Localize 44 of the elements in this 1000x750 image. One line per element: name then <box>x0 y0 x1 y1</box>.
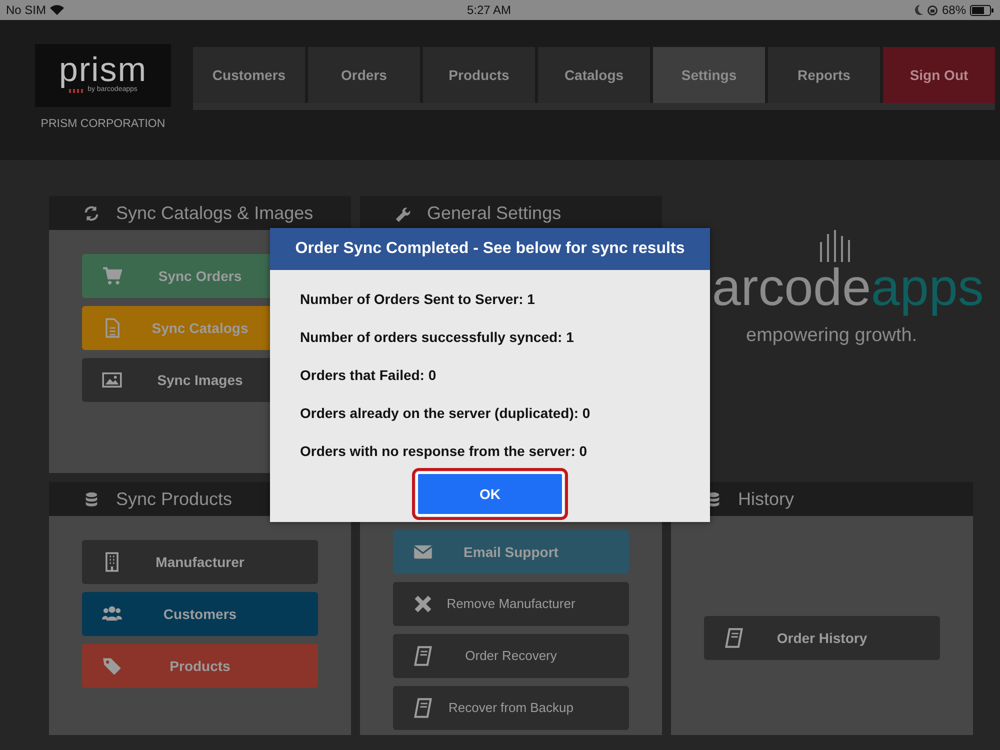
nav-tab[interactable]: Orders <box>308 47 420 103</box>
battery-icon <box>970 4 994 16</box>
logo-name: prism <box>58 55 148 86</box>
battery-text: 68% <box>942 2 966 19</box>
nav-tab[interactable]: Customers <box>193 47 305 103</box>
book-icon <box>724 628 744 648</box>
panel-button[interactable]: Recover from Backup <box>393 686 629 730</box>
panel-button[interactable]: Products <box>82 644 318 688</box>
brand-wordmark: arcodeapps <box>712 262 984 314</box>
panel-title: General Settings <box>427 202 562 225</box>
book-icon <box>413 646 433 666</box>
dialog-title: Order Sync Completed - See below for sync results <box>270 228 710 270</box>
sign-out-button[interactable]: Sign Out <box>883 47 995 103</box>
panel-title: Sync Products <box>116 488 232 511</box>
database-icon <box>83 490 100 508</box>
company-name: PRISM CORPORATION <box>40 117 166 132</box>
panel-button[interactable]: Manufacturer <box>82 540 318 584</box>
rotation-lock-icon <box>926 4 938 16</box>
dots-icon <box>68 88 85 92</box>
panel-button[interactable]: Remove Manufacturer <box>393 582 629 626</box>
panel-button[interactable]: Order History <box>704 616 940 660</box>
panel-title: Sync Catalogs & Images <box>116 202 314 225</box>
cart-icon <box>102 266 122 286</box>
result-text: Orders already on the server (duplicated): 0 <box>299 404 592 423</box>
wifi-icon <box>50 5 64 15</box>
panel-title: History <box>738 488 794 511</box>
sync-icon <box>83 204 100 222</box>
nav-tab[interactable]: Products <box>423 47 535 103</box>
panel-button[interactable]: Order Recovery <box>393 634 629 678</box>
close-icon <box>413 594 433 614</box>
image-icon <box>102 370 122 390</box>
tag-icon <box>102 656 122 676</box>
nav-tab[interactable]: Catalogs <box>538 47 650 103</box>
moon-icon <box>914 5 923 15</box>
carrier-text: No SIM <box>6 2 46 19</box>
brand-tagline: empowering growth. <box>746 324 918 348</box>
result-text: Orders with no response from the server: 0 <box>299 442 588 461</box>
nav-tab[interactable]: Settings <box>653 47 765 103</box>
panel-button[interactable]: Customers <box>82 592 318 636</box>
clock-text: 5:27 AM <box>466 3 511 17</box>
panel-button[interactable]: Email Support <box>393 530 629 574</box>
book-icon <box>413 698 433 718</box>
wrench-icon <box>394 204 411 222</box>
nav-tab[interactable]: Reports <box>768 47 880 103</box>
